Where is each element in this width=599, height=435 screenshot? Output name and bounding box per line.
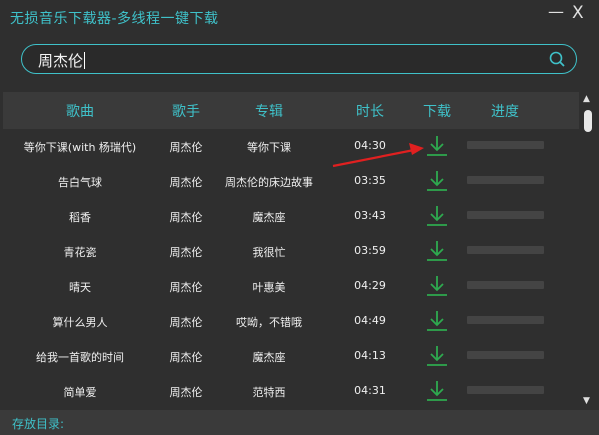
cell-album: 范特西 — [252, 386, 286, 399]
save-directory-label: 存放目录: — [12, 417, 65, 431]
footer-bar: 存放目录: — [0, 410, 599, 435]
download-icon[interactable] — [424, 308, 450, 334]
column-header-progress[interactable]: 进度 — [491, 101, 519, 121]
table-row[interactable]: 简单爱 周杰伦 范特西 04:31 — [3, 374, 579, 409]
search-value-text: 周杰伦 — [38, 52, 84, 70]
table-row[interactable]: 晴天 周杰伦 叶惠美 04:29 — [3, 269, 579, 304]
column-header-song[interactable]: 歌曲 — [66, 101, 94, 121]
cell-song: 告白气球 — [58, 176, 102, 189]
cell-song: 简单爱 — [63, 386, 97, 399]
progress-bar — [467, 176, 544, 184]
cell-duration: 04:31 — [354, 384, 386, 397]
search-icon[interactable] — [549, 51, 565, 67]
title-bar: 无损音乐下载器-多线程一键下载 — X — [0, 0, 599, 36]
cell-duration: 03:43 — [354, 209, 386, 222]
search-input[interactable]: 周杰伦 — [38, 50, 86, 71]
table-row[interactable]: 给我一首歌的时间 周杰伦 魔杰座 04:13 — [3, 339, 579, 374]
cell-song: 等你下课(with 杨瑞代) — [23, 141, 137, 154]
progress-bar — [467, 386, 544, 394]
column-header-download[interactable]: 下载 — [423, 101, 451, 121]
column-header-duration[interactable]: 时长 — [356, 101, 384, 121]
cell-duration: 04:29 — [354, 279, 386, 292]
download-icon[interactable] — [424, 378, 450, 404]
table-row[interactable]: 稻香 周杰伦 魔杰座 03:43 — [3, 199, 579, 234]
download-icon[interactable] — [424, 238, 450, 264]
cell-duration: 03:59 — [354, 244, 386, 257]
download-icon[interactable] — [424, 273, 450, 299]
table-row[interactable]: 告白气球 周杰伦 周杰伦的床边故事 03:35 — [3, 164, 579, 199]
download-icon[interactable] — [424, 203, 450, 229]
cell-song: 算什么男人 — [52, 316, 108, 329]
cell-duration: 03:35 — [354, 174, 386, 187]
cell-artist: 周杰伦 — [169, 386, 203, 399]
download-icon[interactable] — [424, 168, 450, 194]
cell-duration: 04:30 — [354, 139, 386, 152]
column-header-artist[interactable]: 歌手 — [172, 101, 200, 121]
cell-artist: 周杰伦 — [169, 176, 203, 189]
text-caret — [84, 52, 86, 69]
cell-album: 魔杰座 — [252, 211, 286, 224]
song-table: 歌曲 歌手 专辑 时长 下载 进度 等你下课(with 杨瑞代) 周杰伦 等你下课 0… — [3, 92, 579, 410]
cell-artist: 周杰伦 — [169, 211, 203, 224]
search-box[interactable]: 周杰伦 — [21, 44, 577, 74]
table-row[interactable]: 算什么男人 周杰伦 哎呦，不错哦 04:49 — [3, 304, 579, 339]
app-title: 无损音乐下载器-多线程一键下载 — [10, 11, 219, 27]
cell-album: 我很忙 — [252, 246, 286, 259]
cell-artist: 周杰伦 — [169, 316, 203, 329]
progress-bar — [467, 246, 544, 254]
table-row[interactable]: 等你下课(with 杨瑞代) 周杰伦 等你下课 04:30 — [3, 129, 579, 164]
table-header: 歌曲 歌手 专辑 时长 下载 进度 — [3, 92, 579, 129]
download-icon[interactable] — [424, 343, 450, 369]
scroll-up-icon[interactable]: ▲ — [583, 94, 590, 104]
minimize-icon[interactable]: — — [548, 2, 564, 21]
cell-duration: 04:13 — [354, 349, 386, 362]
progress-bar — [467, 281, 544, 289]
cell-album: 周杰伦的床边故事 — [225, 176, 313, 189]
cell-song: 稻香 — [69, 211, 91, 224]
cell-song: 晴天 — [69, 281, 91, 294]
cell-album: 哎呦，不错哦 — [236, 316, 302, 329]
progress-bar — [467, 316, 544, 324]
cell-duration: 04:49 — [354, 314, 386, 327]
progress-bar — [467, 141, 544, 149]
cell-song: 给我一首歌的时间 — [36, 351, 124, 364]
cell-album: 等你下课 — [247, 141, 291, 154]
download-icon[interactable] — [424, 133, 450, 159]
vertical-scrollbar[interactable]: ▲ ▼ — [579, 92, 599, 410]
scroll-down-icon[interactable]: ▼ — [583, 396, 590, 406]
progress-bar — [467, 351, 544, 359]
table-row[interactable]: 青花瓷 周杰伦 我很忙 03:59 — [3, 234, 579, 269]
close-icon[interactable]: X — [572, 3, 584, 23]
cell-song: 青花瓷 — [63, 246, 97, 259]
scrollbar-thumb[interactable] — [584, 110, 592, 132]
cell-album: 叶惠美 — [252, 281, 286, 294]
cell-artist: 周杰伦 — [169, 246, 203, 259]
cell-artist: 周杰伦 — [169, 351, 203, 364]
column-header-album[interactable]: 专辑 — [255, 101, 283, 121]
cell-album: 魔杰座 — [252, 351, 286, 364]
cell-artist: 周杰伦 — [169, 141, 203, 154]
progress-bar — [467, 211, 544, 219]
cell-artist: 周杰伦 — [169, 281, 203, 294]
